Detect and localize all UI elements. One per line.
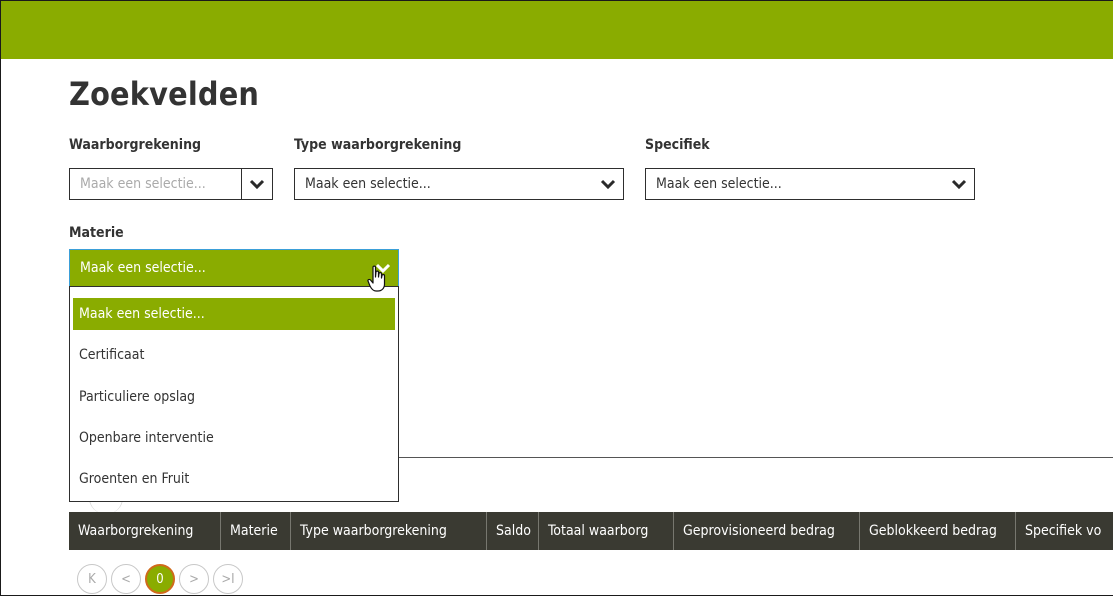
- column-header[interactable]: Saldo: [487, 512, 539, 550]
- materie-dropdown-list: Maak een selectie... Certificaat Particu…: [69, 286, 399, 502]
- current-page-button[interactable]: 0: [145, 564, 175, 594]
- chevron-down-icon[interactable]: [944, 169, 974, 199]
- next-page-button[interactable]: >: [179, 564, 209, 594]
- first-page-button[interactable]: K: [77, 564, 107, 594]
- type-waarborgrekening-select[interactable]: Maak een selectie...: [294, 168, 624, 200]
- results-table-header: Waarborgrekening Materie Type waarborgre…: [69, 512, 1113, 550]
- chevron-down-icon[interactable]: [593, 169, 623, 199]
- column-header[interactable]: Materie: [221, 512, 291, 550]
- column-header[interactable]: Type waarborgrekening: [291, 512, 487, 550]
- pagination: K < 0 > >I: [77, 564, 243, 594]
- last-page-button[interactable]: >I: [213, 564, 243, 594]
- results-divider: [399, 457, 1113, 458]
- type-waarborgrekening-value: Maak een selectie...: [305, 176, 431, 192]
- column-header[interactable]: Specifiek vo: [1016, 512, 1113, 550]
- materie-label: Materie: [69, 225, 124, 241]
- column-header[interactable]: Geblokkeerd bedrag: [860, 512, 1016, 550]
- specifiek-label: Specifiek: [645, 137, 710, 153]
- specifiek-select[interactable]: Maak een selectie...: [645, 168, 975, 200]
- previous-page-button[interactable]: <: [111, 564, 141, 594]
- materie-value: Maak een selectie...: [80, 260, 206, 276]
- waarborgrekening-label: Waarborgrekening: [69, 137, 202, 153]
- page-title: Zoekvelden: [69, 75, 260, 113]
- app-frame: Zoekvelden Waarborgrekening Maak een sel…: [0, 0, 1113, 596]
- materie-select[interactable]: Maak een selectie...: [69, 249, 399, 287]
- materie-option[interactable]: Openbare interventie: [73, 422, 395, 454]
- specifiek-value: Maak een selectie...: [656, 176, 782, 192]
- chevron-down-icon[interactable]: [241, 169, 272, 199]
- waarborgrekening-select[interactable]: Maak een selectie...: [69, 168, 273, 200]
- hand-pointer-icon: [367, 265, 386, 292]
- column-header[interactable]: Waarborgrekening: [69, 512, 221, 550]
- type-waarborgrekening-label: Type waarborgrekening: [294, 137, 462, 153]
- waarborgrekening-placeholder: Maak een selectie...: [80, 176, 206, 192]
- materie-option[interactable]: Particuliere opslag: [73, 381, 395, 413]
- column-header[interactable]: Geprovisioneerd bedrag: [674, 512, 860, 550]
- materie-option[interactable]: Groenten en Fruit: [73, 463, 395, 495]
- materie-option[interactable]: Certificaat: [73, 339, 395, 371]
- column-header[interactable]: Totaal waarborg: [539, 512, 674, 550]
- materie-option[interactable]: Maak een selectie...: [73, 298, 395, 330]
- top-bar: [1, 1, 1113, 59]
